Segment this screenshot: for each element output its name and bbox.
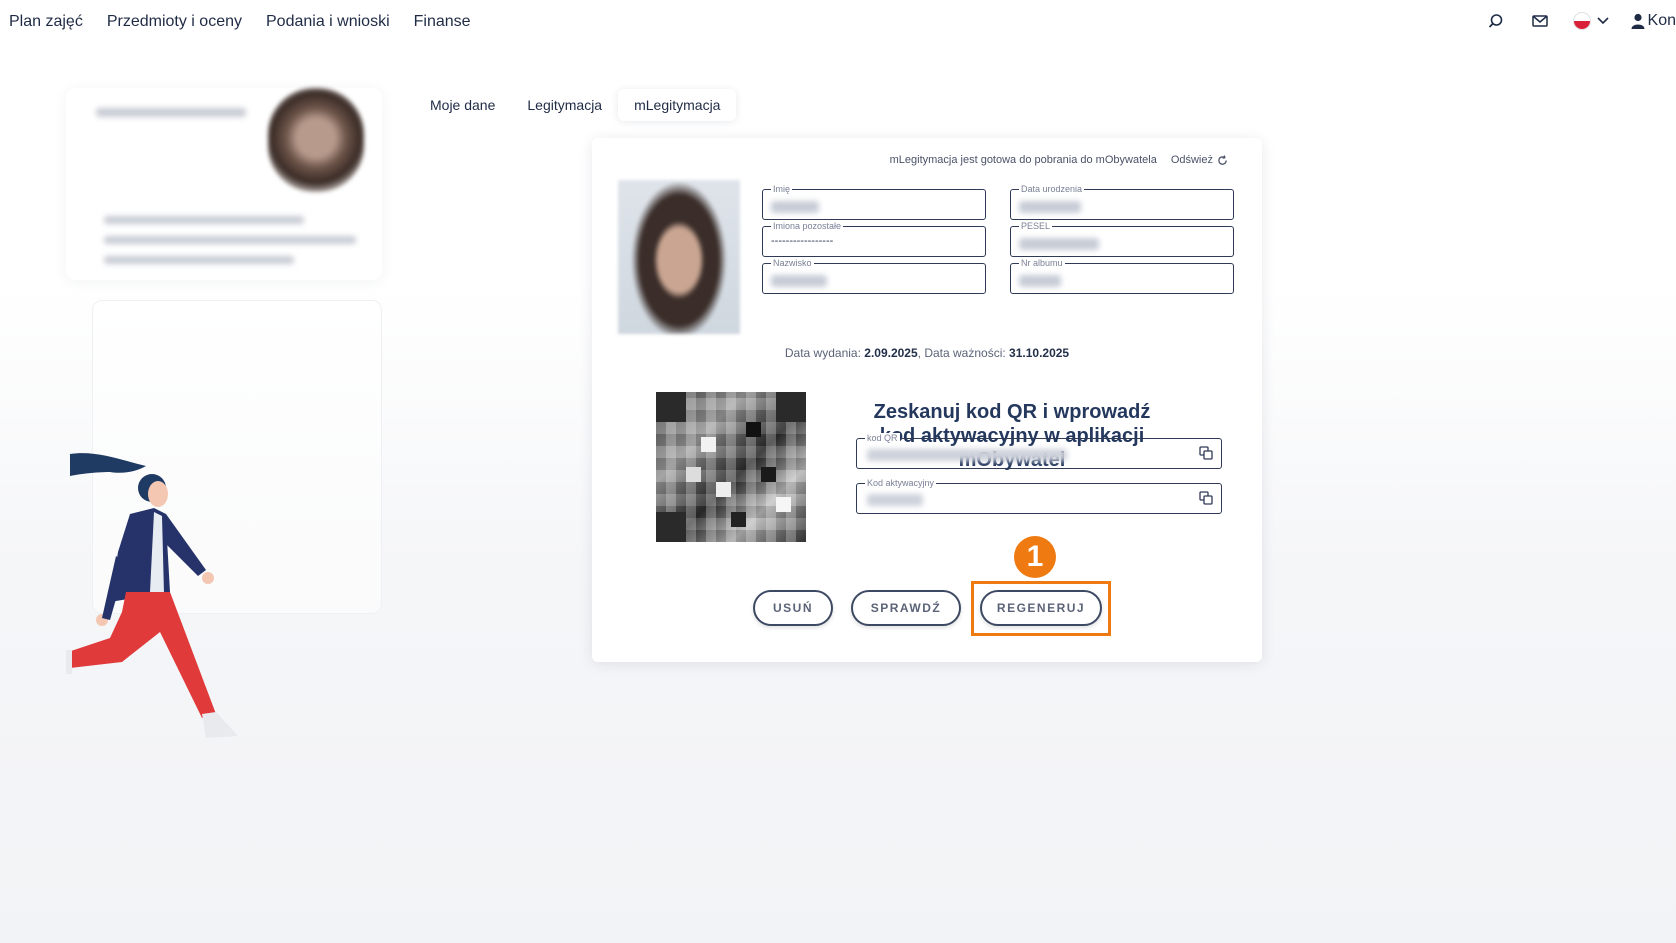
blurred-value: [771, 275, 827, 287]
step-badge: 1: [1014, 536, 1056, 578]
surname-field[interactable]: Nazwisko: [762, 258, 986, 294]
surname-label: Nazwisko: [771, 258, 814, 268]
blurred-value: [867, 494, 923, 506]
regenerate-button[interactable]: REGENERUJ: [980, 590, 1102, 626]
copy-icon[interactable]: [1199, 491, 1213, 505]
account-label: Kon: [1647, 12, 1676, 29]
first-name-field[interactable]: Imię: [762, 184, 986, 220]
blurred-info-line: [104, 256, 294, 264]
qr-code-field[interactable]: kod QR: [856, 433, 1222, 469]
chevron-down-icon: [1596, 17, 1609, 25]
search-icon[interactable]: [1485, 10, 1507, 32]
nav-plan-zajec[interactable]: Plan zajęć: [9, 13, 83, 31]
mlegitymacja-card: mLegitymacja jest gotowa do pobrania do …: [592, 138, 1262, 662]
album-number-label: Nr albumu: [1019, 258, 1065, 268]
tab-legitymacja[interactable]: Legitymacja: [511, 89, 618, 121]
expiry-date-label: Data ważności:: [924, 346, 1006, 360]
nav-przedmioty-i-oceny[interactable]: Przedmioty i oceny: [107, 13, 242, 31]
top-navigation: Plan zajęć Przedmioty i oceny Podania i …: [0, 0, 1676, 44]
delete-button[interactable]: USUŃ: [753, 590, 833, 626]
pesel-field[interactable]: PESEL: [1010, 221, 1234, 257]
language-selector[interactable]: [1572, 12, 1609, 30]
issue-date-value: 2.09.2025: [864, 346, 918, 360]
refresh-icon: [1218, 154, 1227, 165]
blurred-value: [867, 449, 1067, 461]
main-menu: Plan zajęć Przedmioty i oceny Podania i …: [9, 13, 471, 31]
album-number-field[interactable]: Nr albumu: [1010, 258, 1234, 294]
activation-code-label: Kod aktywacyjny: [865, 478, 937, 488]
status-row: mLegitymacja jest gotowa do pobrania do …: [890, 154, 1228, 166]
blurred-info-line: [104, 236, 356, 244]
blurred-name: [96, 108, 246, 117]
blurred-info-line: [104, 216, 304, 224]
issue-date-label: Data wydania:: [784, 346, 861, 360]
first-name-label: Imię: [771, 184, 793, 194]
birth-date-label: Data urodzenia: [1019, 184, 1085, 194]
profile-tabs: Moje dane Legitymacja mLegitymacja: [414, 89, 737, 121]
expiry-date-value: 31.10.2025: [1009, 346, 1070, 360]
user-icon: [1631, 13, 1645, 29]
mail-icon[interactable]: [1529, 10, 1551, 32]
tab-moje-dane[interactable]: Moje dane: [414, 89, 511, 121]
nav-podania-i-wnioski[interactable]: Podania i wnioski: [266, 13, 390, 31]
blurred-value: [1019, 238, 1099, 250]
account-menu[interactable]: Kon: [1631, 12, 1676, 30]
qr-code-label: kod QR: [865, 433, 900, 443]
other-names-field[interactable]: Imiona pozostałe -----------------: [762, 221, 986, 257]
avatar: [268, 88, 364, 192]
other-names-value: -----------------: [771, 235, 834, 247]
status-text: mLegitymacja jest gotowa do pobrania do …: [889, 154, 1157, 166]
activation-code-field[interactable]: Kod aktywacyjny: [856, 478, 1222, 514]
polish-flag-icon: [1572, 12, 1591, 30]
birth-date-field[interactable]: Data urodzenia: [1010, 184, 1234, 220]
qr-code: [656, 392, 806, 542]
blurred-value: [1019, 201, 1081, 213]
student-photo: [618, 180, 740, 334]
nav-finanse[interactable]: Finanse: [414, 13, 471, 31]
copy-icon[interactable]: [1199, 446, 1213, 460]
walking-woman-illustration: [66, 453, 238, 738]
pesel-label: PESEL: [1019, 221, 1053, 231]
tab-mlegitymacja[interactable]: mLegitymacja: [618, 89, 737, 121]
blurred-value: [771, 201, 819, 213]
check-button[interactable]: SPRAWDŹ: [851, 590, 961, 626]
validity-dates: Data wydania: 2.09.2025, Data ważności: …: [784, 346, 1070, 360]
other-names-label: Imiona pozostałe: [771, 221, 844, 231]
top-right-tools: Kon: [1485, 10, 1676, 32]
refresh-button[interactable]: Odśwież: [1171, 154, 1228, 166]
refresh-label: Odśwież: [1170, 154, 1213, 166]
blurred-value: [1019, 275, 1061, 287]
